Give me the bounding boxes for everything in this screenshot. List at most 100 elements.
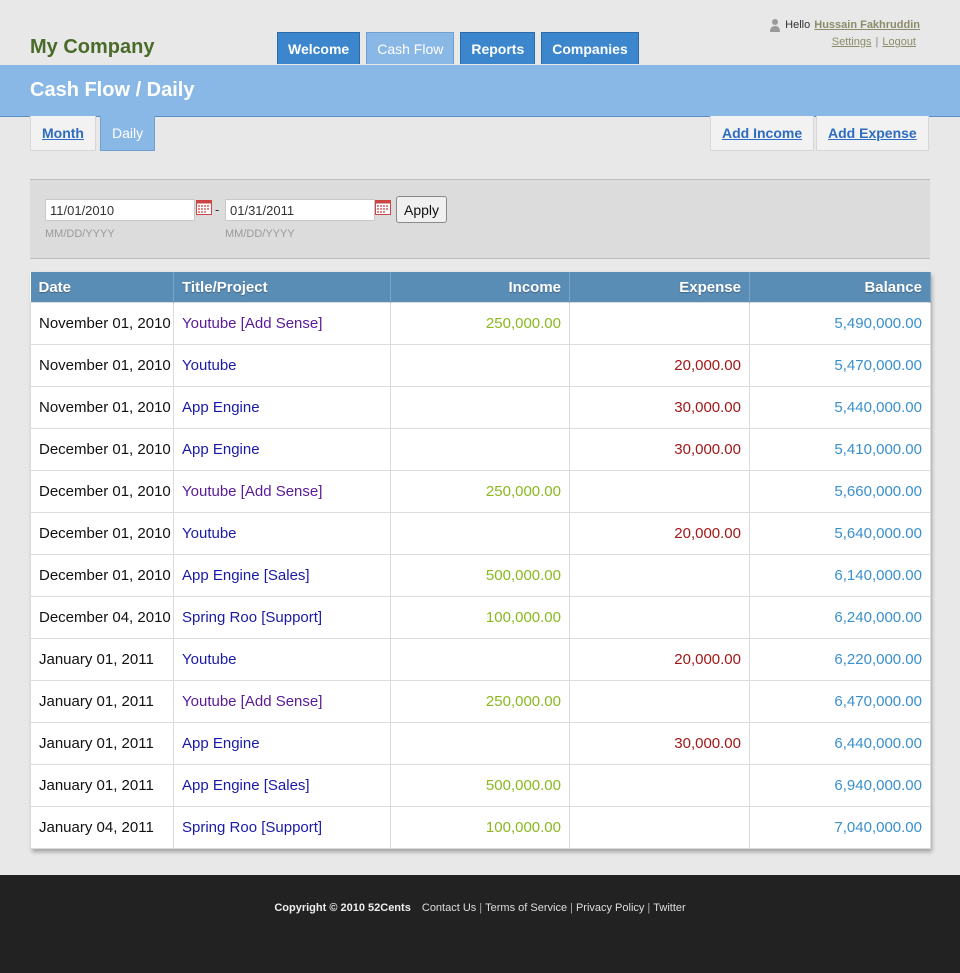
cell-title-link[interactable]: App Engine [Sales] [173,764,391,807]
column-header-date[interactable]: Date [30,272,174,303]
footer-separator: | [647,902,651,914]
table-row: December 01, 2010 Youtube [Add Sense] 250,… [30,470,931,513]
date-filter-panel: - MM/DD/YYYY MM/DD/YYYY Apply [30,179,930,259]
company-name: My Company [30,36,155,58]
hello-text: Hello [785,19,811,31]
cell-balance: 6,140,000.00 [749,554,931,597]
cell-expense [569,470,750,513]
table-row: December 04, 2010 Spring Roo [Support] 100… [30,596,931,639]
cell-expense: 20,000.00 [569,638,750,681]
cell-balance: 5,440,000.00 [749,386,931,429]
calendar-icon[interactable] [375,200,391,215]
page-banner: Cash Flow / Daily [0,65,960,117]
nav-tab-companies[interactable]: Companies [541,32,639,64]
footer-link-terms[interactable]: Terms of Service [485,902,567,914]
cell-income [390,428,570,471]
logout-link[interactable]: Logout [882,36,916,48]
cell-balance: 5,490,000.00 [749,302,931,345]
cell-title-link[interactable]: Spring Roo [Support] [173,596,391,639]
cell-title-link[interactable]: Youtube [173,638,391,681]
table-row: January 01, 2011 Youtube 20,000.00 6,220,00… [30,638,931,681]
subtab-month[interactable]: Month [30,116,96,151]
cell-income [390,344,570,387]
column-header-expense[interactable]: Expense [569,272,750,303]
cell-income [390,638,570,681]
cell-title-link[interactable]: Youtube [Add Sense] [173,302,391,345]
cell-title-link[interactable]: Youtube [173,512,391,555]
username-link[interactable]: Hussain Fakhruddin [814,19,920,31]
cell-date: January 01, 2011 [30,638,174,681]
footer-link-privacy[interactable]: Privacy Policy [576,902,644,914]
cell-expense: 30,000.00 [569,722,750,765]
table-row: December 01, 2010 Youtube 20,000.00 5,640,0… [30,512,931,555]
cell-income: 250,000.00 [390,302,570,345]
cell-balance: 5,660,000.00 [749,470,931,513]
add-income-button[interactable]: Add Income [710,116,815,151]
table-row: January 04, 2011 Spring Roo [Support] 100,… [30,806,931,849]
table-row: November 01, 2010 App Engine 30,000.00 5,44… [30,386,931,429]
cell-date: December 01, 2010 [30,470,174,513]
nav-tab-reports[interactable]: Reports [460,32,536,64]
footer-link-contact[interactable]: Contact Us [422,902,476,914]
main-nav: Welcome Cash Flow Reports Companies [277,32,639,64]
footer-link-twitter[interactable]: Twitter [653,902,685,914]
cell-balance: 6,220,000.00 [749,638,931,681]
table-row: January 01, 2011 App Engine [Sales] 500,00… [30,764,931,807]
cell-title-link[interactable]: Spring Roo [Support] [173,806,391,849]
cell-date: January 01, 2011 [30,764,174,807]
cell-date: January 01, 2011 [30,680,174,723]
cell-date: December 01, 2010 [30,554,174,597]
subtab-daily[interactable]: Daily [100,116,156,151]
cell-title-link[interactable]: App Engine [173,428,391,471]
table-header-row: Date Title/Project Income Expense Balanc… [30,272,931,303]
add-expense-button[interactable]: Add Expense [816,116,929,151]
copyright-text: Copyright © 2010 52Cents [274,902,411,914]
cell-income: 100,000.00 [390,806,570,849]
from-date-hint: MM/DD/YYYY [45,228,115,240]
apply-button[interactable]: Apply [396,196,448,223]
cell-income [390,386,570,429]
cell-title-link[interactable]: App Engine [173,722,391,765]
table-row: December 01, 2010 App Engine 30,000.00 5,41… [30,428,931,471]
cell-title-link[interactable]: App Engine [Sales] [173,554,391,597]
cell-expense [569,680,750,723]
cell-date: January 01, 2011 [30,722,174,765]
user-links-separator: | [875,36,879,48]
table-row: November 01, 2010 Youtube 20,000.00 5,470,0… [30,344,931,387]
table-row: December 01, 2010 App Engine [Sales] 500,0… [30,554,931,597]
cell-date: December 01, 2010 [30,512,174,555]
cell-income: 500,000.00 [390,554,570,597]
date-range-dash: - [215,202,220,217]
column-header-income[interactable]: Income [390,272,570,303]
to-date-input[interactable] [225,199,375,221]
cell-title-link[interactable]: App Engine [173,386,391,429]
cell-expense: 20,000.00 [569,512,750,555]
cell-title-link[interactable]: Youtube [Add Sense] [173,470,391,513]
calendar-icon[interactable] [196,200,212,215]
cell-balance: 7,040,000.00 [749,806,931,849]
footer-separator: | [570,902,573,914]
page-title: Cash Flow / Daily [30,79,195,101]
user-box: Hello Hussain Fakhruddin Settings | Logout [769,18,920,48]
column-header-title[interactable]: Title/Project [173,272,391,303]
to-date-hint: MM/DD/YYYY [225,228,295,240]
cell-date: December 04, 2010 [30,596,174,639]
footer: Copyright © 2010 52Cents Contact Us | Term… [0,875,960,973]
cell-date: November 01, 2010 [30,344,174,387]
settings-link[interactable]: Settings [832,36,872,48]
column-header-balance[interactable]: Balance [749,272,931,303]
cell-date: November 01, 2010 [30,302,174,345]
cell-title-link[interactable]: Youtube [Add Sense] [173,680,391,723]
cell-balance: 5,470,000.00 [749,344,931,387]
nav-tab-welcome[interactable]: Welcome [277,32,361,64]
table-row: November 01, 2010 Youtube [Add Sense] 250,… [30,302,931,345]
from-date-input[interactable] [45,199,195,221]
cell-expense: 30,000.00 [569,428,750,471]
cell-balance: 6,470,000.00 [749,680,931,723]
nav-tab-cash-flow[interactable]: Cash Flow [366,32,455,64]
cell-expense [569,764,750,807]
cell-balance: 6,940,000.00 [749,764,931,807]
cell-expense [569,302,750,345]
cell-expense: 20,000.00 [569,344,750,387]
cell-title-link[interactable]: Youtube [173,344,391,387]
